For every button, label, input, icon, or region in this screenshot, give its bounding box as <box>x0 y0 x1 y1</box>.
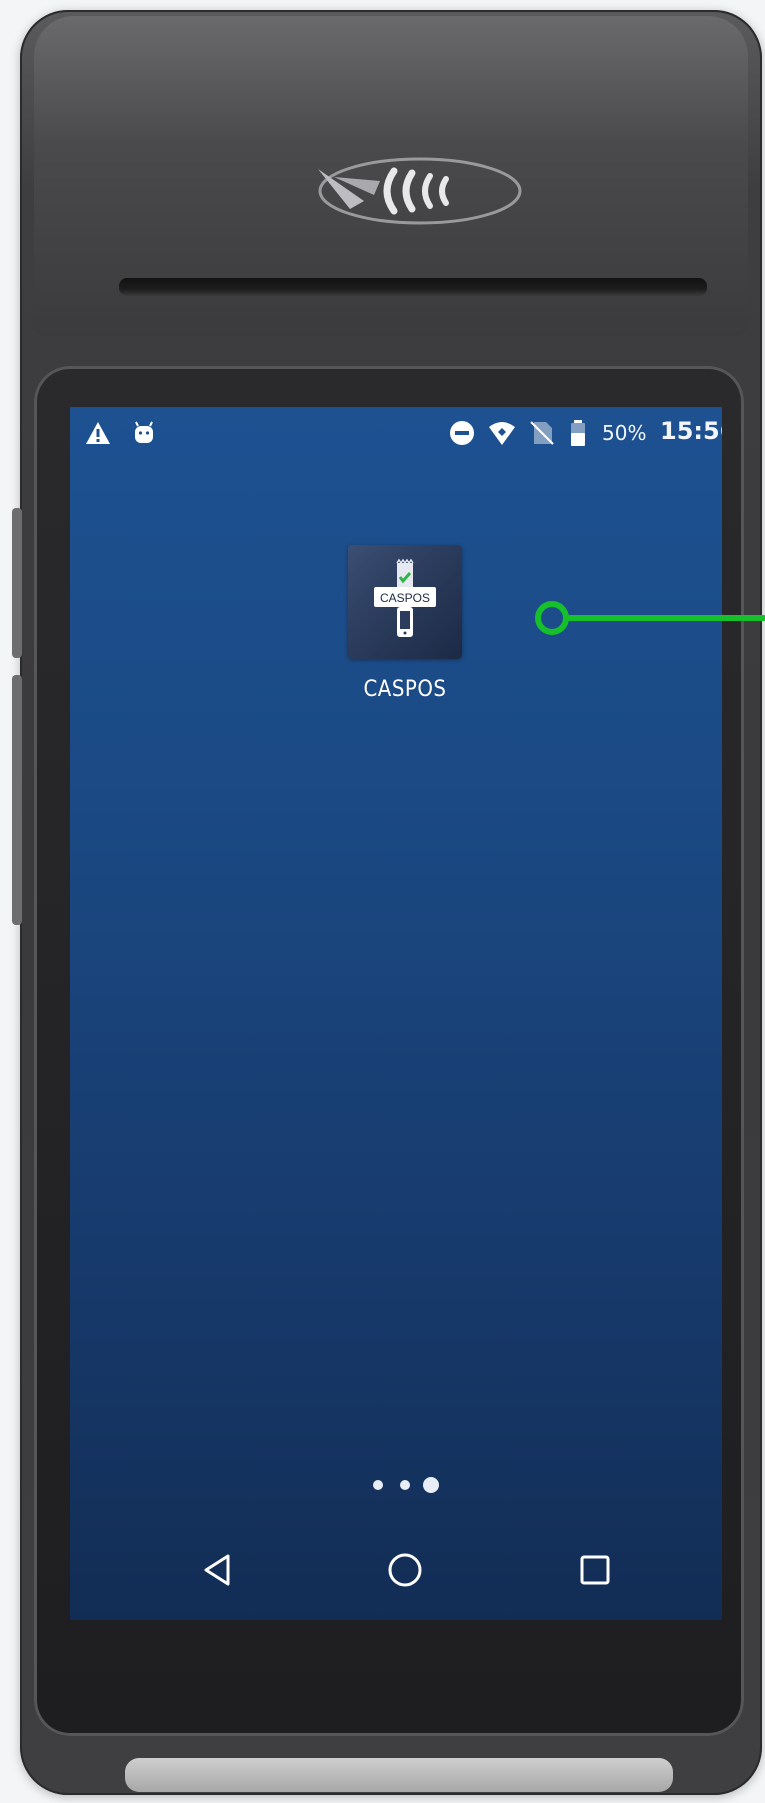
printer-paper-slot <box>119 278 707 296</box>
wifi-icon <box>489 422 515 445</box>
page-dot <box>400 1480 410 1490</box>
side-button-lower[interactable] <box>12 675 22 925</box>
caspos-logo-icon: CASPOS <box>374 558 436 637</box>
back-button[interactable] <box>192 1545 242 1595</box>
status-bar: 50% 15:56 <box>70 407 722 457</box>
callout-pointer <box>535 601 765 635</box>
back-icon <box>204 1554 230 1586</box>
caspos-app-label[interactable]: CASPOS <box>300 677 510 702</box>
page-dot-active <box>423 1477 439 1493</box>
battery-percent: 50% <box>602 421 647 445</box>
device-top-housing <box>34 16 748 336</box>
do-not-disturb-icon <box>450 421 474 445</box>
page-dot <box>373 1480 383 1490</box>
page-indicator <box>355 1475 455 1495</box>
android-debug-icon <box>135 421 153 443</box>
warning-icon <box>86 422 110 444</box>
caspos-badge-text: CASPOS <box>380 591 430 605</box>
clock-time: 15:56 <box>660 417 722 445</box>
navigation-bar <box>70 1527 722 1620</box>
recents-button[interactable] <box>570 1545 620 1595</box>
device-bottom-strip <box>125 1758 673 1792</box>
android-home-screen: 50% 15:56 CASPOS CASPOS <box>70 407 722 1620</box>
recents-icon <box>580 1555 610 1585</box>
contactless-logo-icon <box>318 157 522 225</box>
caspos-app-icon[interactable]: CASPOS <box>348 545 462 659</box>
home-button[interactable] <box>380 1545 430 1595</box>
side-button-upper[interactable] <box>12 508 22 658</box>
no-sim-icon <box>530 421 554 445</box>
battery-icon <box>571 420 585 446</box>
home-icon <box>388 1553 422 1587</box>
